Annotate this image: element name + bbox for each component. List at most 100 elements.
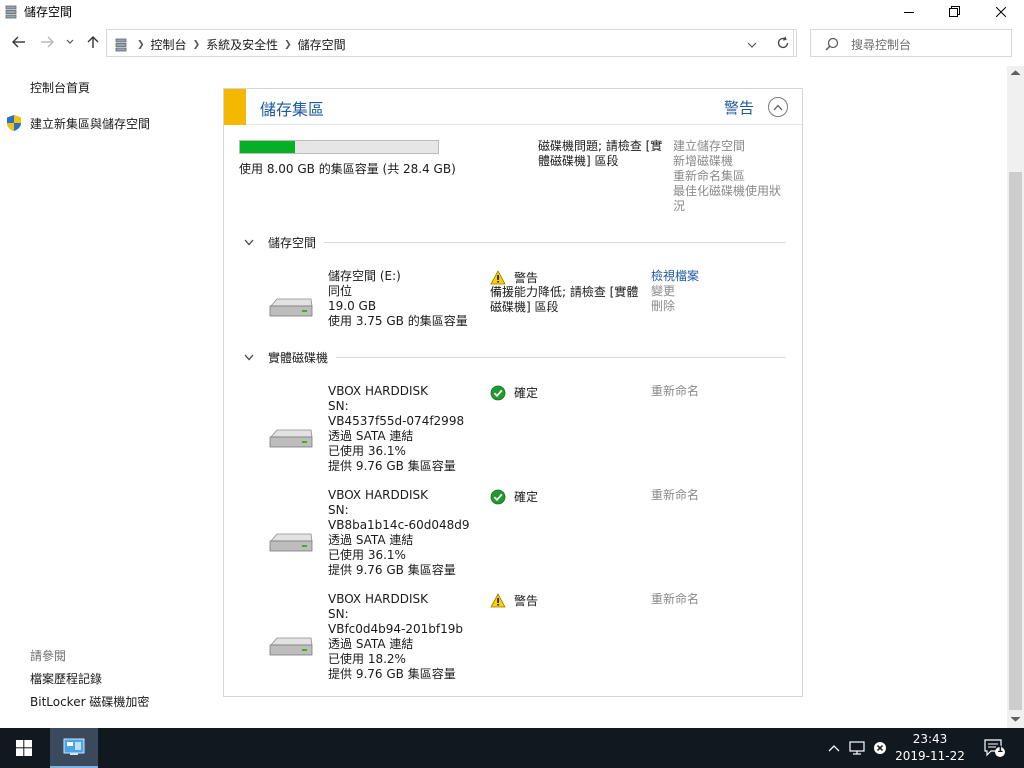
collapse-button[interactable] bbox=[768, 97, 788, 117]
storage-spaces-icon bbox=[115, 38, 127, 51]
space-actions: 檢視檔案 變更 刪除 bbox=[651, 269, 731, 314]
rename-drive-link[interactable]: 重新命名 bbox=[651, 488, 731, 503]
drive-name: VBOX HARDDISK bbox=[328, 384, 429, 398]
add-drives-link[interactable]: 新增磁碟機 bbox=[673, 154, 789, 169]
drive-sn-label: SN: bbox=[328, 607, 349, 621]
breadcrumb-item-storage-spaces[interactable]: 儲存空間 bbox=[294, 36, 350, 53]
breadcrumb-item-system-security[interactable]: 系統及安全性 bbox=[202, 36, 282, 53]
rename-drive-link[interactable]: 重新命名 bbox=[651, 384, 731, 399]
drive-connection: 透過 SATA 連結 bbox=[328, 429, 414, 443]
drive-icon bbox=[269, 429, 313, 448]
bitlocker-link[interactable]: BitLocker 磁碟機加密 bbox=[30, 693, 149, 710]
breadcrumb-separator-icon: ❯ bbox=[284, 39, 292, 50]
chevron-down-icon bbox=[244, 239, 254, 245]
space-resiliency: 同位 bbox=[328, 284, 353, 298]
refresh-icon bbox=[777, 36, 788, 49]
volume-muted-icon[interactable] bbox=[872, 740, 888, 756]
file-history-link[interactable]: 檔案歷程記錄 bbox=[30, 670, 102, 687]
storage-spaces-section-header[interactable]: 儲存空間 bbox=[244, 234, 786, 250]
drive-used: 已使用 36.1% bbox=[328, 548, 406, 562]
drive-sn-label: SN: bbox=[328, 503, 349, 517]
clock-time: 23:43 bbox=[912, 732, 948, 746]
forward-button[interactable] bbox=[38, 33, 56, 51]
view-files-link[interactable]: 檢視檔案 bbox=[651, 269, 731, 284]
pool-usage-text: 使用 8.00 GB 的集區容量 (共 28.4 GB) bbox=[239, 162, 456, 176]
drive-connection: 透過 SATA 連結 bbox=[328, 637, 414, 651]
drive-serial: VB8ba1b14c-60d048d9 bbox=[328, 518, 470, 532]
warning-icon bbox=[490, 270, 506, 285]
drive-status-text: 確定 bbox=[514, 490, 539, 504]
drive-used: 已使用 36.1% bbox=[328, 444, 406, 458]
clock[interactable]: 23:43 2019-11-22 bbox=[890, 731, 970, 765]
breadcrumb-item-control-panel[interactable]: 控制台 bbox=[147, 36, 191, 53]
drive-icon bbox=[269, 533, 313, 552]
pool-header: 儲存集區 警告 bbox=[224, 89, 802, 125]
drive-name: VBOX HARDDISK bbox=[328, 488, 429, 502]
change-link[interactable]: 變更 bbox=[651, 284, 731, 299]
space-name: 儲存空間 (E:) bbox=[328, 269, 401, 283]
up-button[interactable] bbox=[84, 33, 102, 51]
ok-icon bbox=[490, 385, 506, 400]
search-input[interactable]: 搜尋控制台 bbox=[810, 29, 1012, 57]
notification-count: 1 bbox=[997, 745, 1004, 755]
drive-icon bbox=[269, 298, 313, 317]
close-button[interactable] bbox=[978, 0, 1024, 24]
drive-connection: 透過 SATA 連結 bbox=[328, 533, 414, 547]
ok-icon bbox=[490, 489, 506, 504]
drive-used: 已使用 18.2% bbox=[328, 652, 406, 666]
breadcrumb-separator-icon: ❯ bbox=[192, 39, 201, 50]
recent-locations-chevron-icon[interactable] bbox=[64, 33, 76, 51]
show-hidden-icons-chevron-icon[interactable] bbox=[826, 740, 842, 756]
physical-drives-section-header[interactable]: 實體磁碟機 bbox=[244, 349, 786, 365]
scroll-up-icon[interactable] bbox=[1011, 70, 1020, 76]
back-button[interactable] bbox=[10, 33, 28, 51]
pool-status-accent bbox=[224, 89, 246, 125]
space-status: 警告 bbox=[490, 269, 538, 286]
vertical-scrollbar[interactable] bbox=[1007, 66, 1024, 728]
drive-status: 確定 bbox=[490, 384, 538, 401]
rename-drive-link[interactable]: 重新命名 bbox=[651, 592, 731, 607]
drive-icon bbox=[269, 637, 313, 656]
scroll-down-icon[interactable] bbox=[1011, 716, 1020, 722]
pool-status: 警告 bbox=[724, 99, 755, 117]
scrollbar-thumb[interactable] bbox=[1009, 172, 1022, 710]
drive-serial: VB4537f55d-074f2998 bbox=[328, 414, 465, 428]
optimize-drive-usage-link[interactable]: 最佳化磁碟機使用狀況 bbox=[673, 184, 789, 214]
drive-status: 警告 bbox=[490, 592, 538, 609]
control-panel-home-link[interactable]: 控制台首頁 bbox=[30, 79, 90, 96]
taskbar: 23:43 2019-11-22 1 bbox=[0, 728, 1024, 768]
section-divider bbox=[324, 241, 786, 243]
delete-link[interactable]: 刪除 bbox=[651, 299, 731, 314]
clock-date: 2019-11-22 bbox=[895, 749, 965, 763]
maximize-button[interactable] bbox=[932, 0, 978, 24]
breadcrumb-separator-icon: ❯ bbox=[137, 39, 145, 50]
start-button[interactable] bbox=[0, 728, 48, 768]
warning-icon bbox=[490, 593, 506, 608]
create-space-link[interactable]: 建立儲存空間 bbox=[673, 139, 789, 154]
space-details: 儲存空間 (E:) 同位 19.0 GB 使用 3.75 GB 的集區容量 bbox=[328, 269, 468, 329]
create-pool-link[interactable]: 建立新集區與儲存空間 bbox=[30, 115, 150, 132]
drive-serial: VBfc0d4b94-201bf19b bbox=[328, 622, 463, 636]
windows-logo-icon bbox=[16, 740, 32, 756]
search-placeholder: 搜尋控制台 bbox=[851, 38, 912, 52]
drive-capacity: 提供 9.76 GB 集區容量 bbox=[328, 459, 456, 473]
action-center-icon[interactable]: 1 bbox=[984, 738, 1006, 758]
refresh-button[interactable] bbox=[769, 29, 797, 57]
address-bar[interactable]: ❯ 控制台 ❯ 系統及安全性 ❯ 儲存空間 bbox=[106, 29, 794, 57]
drive-sn-label: SN: bbox=[328, 399, 349, 413]
space-status-text: 警告 bbox=[514, 271, 539, 285]
minimize-button[interactable] bbox=[886, 0, 932, 24]
network-icon[interactable] bbox=[849, 740, 865, 756]
drive-details: VBOX HARDDISK SN: VB4537f55d-074f2998 透過… bbox=[328, 384, 464, 474]
storage-spaces-icon bbox=[5, 5, 17, 19]
drive-capacity: 提供 9.76 GB 集區容量 bbox=[328, 667, 456, 681]
address-dropdown-chevron-icon[interactable] bbox=[747, 38, 757, 52]
rename-pool-link[interactable]: 重新命名集區 bbox=[673, 169, 789, 184]
taskbar-app-control-panel[interactable] bbox=[50, 728, 98, 768]
space-status-desc: 備援能力降低; 請檢查 [實體磁碟機] 區段 bbox=[490, 285, 639, 314]
uac-shield-icon bbox=[7, 115, 21, 131]
see-also-heading: 請參閱 bbox=[30, 649, 67, 663]
pool-usage-fill bbox=[240, 141, 296, 153]
search-icon bbox=[825, 37, 839, 51]
drive-details: VBOX HARDDISK SN: VB8ba1b14c-60d048d9 透過… bbox=[328, 488, 470, 578]
